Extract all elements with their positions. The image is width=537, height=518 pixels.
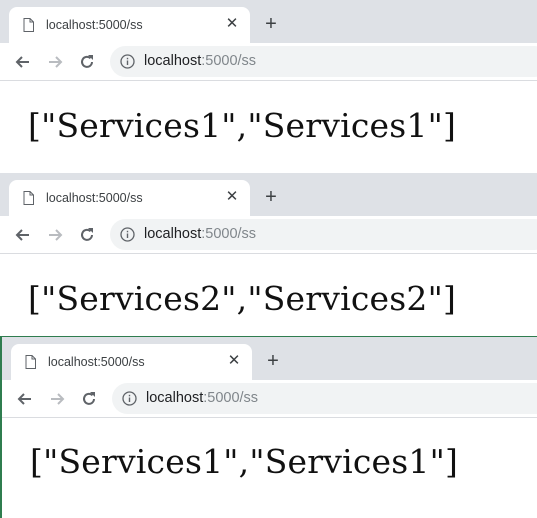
toolbar: localhost:5000/ss <box>2 380 537 418</box>
close-icon[interactable]: ✕ <box>224 189 240 205</box>
json-response: ["Services2","Services2"] <box>28 279 457 318</box>
back-arrow-icon[interactable] <box>15 389 35 409</box>
close-icon[interactable]: ✕ <box>224 16 240 32</box>
page-icon <box>23 191 34 205</box>
address-bar[interactable]: localhost:5000/ss <box>112 383 537 414</box>
tab-active[interactable]: localhost:5000/ss ✕ <box>9 180 250 216</box>
tab-active[interactable]: localhost:5000/ss ✕ <box>9 7 250 43</box>
address-bar[interactable]: localhost:5000/ss <box>110 46 537 77</box>
tab-title: localhost:5000/ss <box>48 355 145 369</box>
url-host: localhost <box>144 226 202 242</box>
tab-strip: localhost:5000/ss ✕ + <box>0 173 537 216</box>
reload-icon[interactable] <box>77 52 97 72</box>
back-arrow-icon[interactable] <box>13 52 33 72</box>
close-icon[interactable]: ✕ <box>226 353 242 369</box>
url-path: :5000/ss <box>201 226 257 242</box>
info-icon[interactable] <box>120 227 135 242</box>
tab-title: localhost:5000/ss <box>46 18 143 32</box>
browser-window-1: localhost:5000/ss ✕ + localhost:5000/ss … <box>0 0 537 173</box>
url-text[interactable]: localhost:5000/ss <box>144 53 256 69</box>
info-icon[interactable] <box>120 54 135 69</box>
tab-active[interactable]: localhost:5000/ss ✕ <box>11 344 252 380</box>
back-arrow-icon[interactable] <box>13 225 33 245</box>
url-text[interactable]: localhost:5000/ss <box>144 226 256 242</box>
tab-strip: localhost:5000/ss ✕ + <box>2 337 537 380</box>
page-icon <box>23 18 34 32</box>
tab-title: localhost:5000/ss <box>46 191 143 205</box>
plus-icon[interactable]: + <box>263 351 283 371</box>
forward-arrow-icon[interactable] <box>45 225 65 245</box>
forward-arrow-icon[interactable] <box>47 389 67 409</box>
url-host: localhost <box>144 53 202 69</box>
json-response: ["Services1","Services1"] <box>30 442 459 481</box>
url-host: localhost <box>146 390 204 406</box>
json-response: ["Services1","Services1"] <box>28 106 457 145</box>
browser-window-3: localhost:5000/ss ✕ + localhost:5000/ss … <box>0 336 537 518</box>
page-icon <box>25 355 36 369</box>
address-bar[interactable]: localhost:5000/ss <box>110 219 537 250</box>
plus-icon[interactable]: + <box>261 187 281 207</box>
plus-icon[interactable]: + <box>261 14 281 34</box>
toolbar: localhost:5000/ss <box>0 216 537 254</box>
reload-icon[interactable] <box>77 225 97 245</box>
info-icon[interactable] <box>122 391 137 406</box>
forward-arrow-icon[interactable] <box>45 52 65 72</box>
reload-icon[interactable] <box>79 389 99 409</box>
browser-window-2: localhost:5000/ss ✕ + localhost:5000/ss … <box>0 173 537 336</box>
url-path: :5000/ss <box>201 53 257 69</box>
url-text[interactable]: localhost:5000/ss <box>146 390 258 406</box>
url-path: :5000/ss <box>203 390 259 406</box>
toolbar: localhost:5000/ss <box>0 43 537 81</box>
tab-strip: localhost:5000/ss ✕ + <box>0 0 537 43</box>
